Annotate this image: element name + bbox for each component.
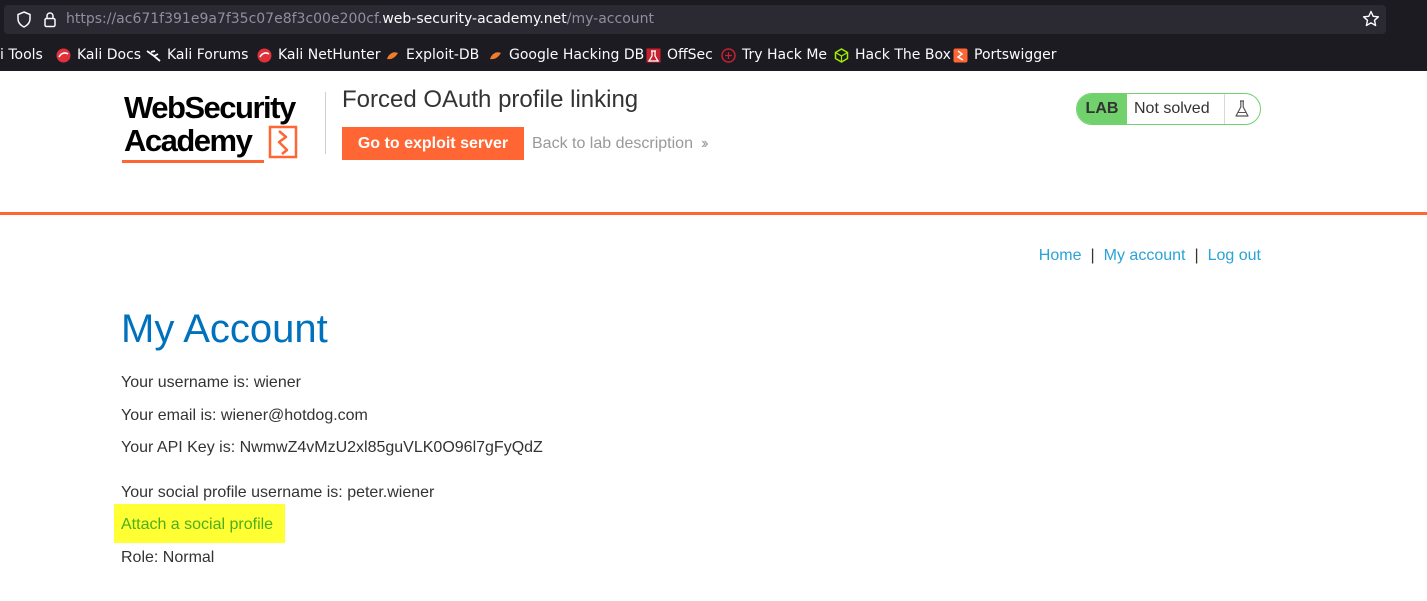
- tryhackme-icon: [721, 47, 736, 63]
- bookmark-star-icon[interactable]: [1362, 10, 1380, 28]
- bookmark-label: OffSec: [667, 47, 713, 63]
- bookmark-kali-nethunter[interactable]: Kali NetHunter: [257, 44, 380, 66]
- url-host: web-security-academy.net: [382, 11, 567, 27]
- bookmark-label: Hack The Box: [855, 47, 951, 63]
- nav-log-out-link[interactable]: Log out: [1208, 247, 1261, 264]
- nav-separator: |: [1090, 247, 1095, 264]
- nav-my-account-link[interactable]: My account: [1104, 247, 1186, 264]
- back-link-label: Back to lab description: [532, 135, 693, 152]
- lab-title: Forced OAuth profile linking: [342, 86, 639, 113]
- url-text[interactable]: https://ac671f391e9a7f35c07e8f3c00e200cf…: [66, 11, 654, 28]
- status-separator: [1224, 94, 1225, 124]
- nav-separator: |: [1194, 247, 1199, 264]
- bookmark-hack-the-box[interactable]: Hack The Box: [834, 44, 951, 66]
- bookmark-label: Kali Docs: [77, 47, 142, 63]
- header-orange-rule: [0, 212, 1427, 215]
- bookmark-offsec[interactable]: OffSec: [646, 44, 713, 66]
- lab-status-widget: LAB Not solved: [1076, 93, 1261, 125]
- bookmark-google-hacking-db[interactable]: Google Hacking DB: [488, 44, 644, 66]
- kali-icon: [56, 48, 71, 62]
- web-security-academy-logo[interactable]: WebSecurity Academy: [122, 90, 322, 164]
- bookmark-try-hack-me[interactable]: Try Hack Me: [721, 44, 827, 66]
- flask-icon: [1235, 100, 1249, 117]
- portswigger-mark-icon: [268, 125, 298, 159]
- api-key-line: Your API Key is: NwmwZ4vMzU2xl85guVLK0O9…: [121, 439, 543, 456]
- logo-text-line2: Academy: [124, 123, 253, 158]
- exploitdb-icon: [490, 51, 501, 59]
- bookmark-label: Kali Forums: [167, 47, 249, 63]
- bookmark-label: Try Hack Me: [742, 47, 828, 63]
- kali-dragon-icon: [146, 49, 161, 62]
- shield-icon[interactable]: [16, 11, 32, 28]
- kali-icon: [257, 48, 272, 62]
- page-title: My Account: [121, 307, 328, 351]
- username-line: Your username is: wiener: [121, 374, 301, 391]
- social-profile-line: Your social profile username is: peter.w…: [121, 484, 435, 501]
- portswigger-icon: [953, 48, 968, 62]
- header-divider: [325, 92, 326, 154]
- exploitdb-icon: [387, 51, 398, 59]
- role-line: Role: Normal: [121, 549, 215, 566]
- nav-home-link[interactable]: Home: [1039, 247, 1082, 264]
- bookmark-label: Google Hacking DB: [509, 47, 645, 63]
- offsec-icon: [646, 48, 661, 62]
- logo-underline: [122, 160, 264, 163]
- bookmark-kali-docs[interactable]: Kali Docs: [56, 44, 141, 66]
- lab-badge: LAB: [1077, 94, 1127, 124]
- url-prefix: https://ac671f391e9a7f35c07e8f3c00e200cf…: [66, 11, 383, 27]
- double-chevron-right-icon: ››: [700, 135, 708, 152]
- browser-chrome: https://ac671f391e9a7f35c07e8f3c00e200cf…: [0, 0, 1427, 71]
- bookmark-tools[interactable]: i Tools: [0, 44, 43, 66]
- attach-link-highlight: Attach a social profile: [114, 504, 285, 543]
- bookmark-kali-forums[interactable]: Kali Forums: [146, 44, 248, 66]
- bookmark-label: Kali NetHunter: [278, 47, 381, 63]
- go-to-exploit-server-button[interactable]: Go to exploit server: [342, 127, 524, 160]
- bookmark-portswigger[interactable]: Portswigger: [953, 44, 1057, 66]
- lock-icon[interactable]: [42, 11, 58, 28]
- back-to-lab-description-link[interactable]: Back to lab description ››: [532, 135, 708, 153]
- attach-social-profile-link[interactable]: Attach a social profile: [121, 516, 273, 534]
- bookmark-label: Portswigger: [974, 47, 1057, 63]
- lab-status-text: Not solved: [1134, 100, 1210, 117]
- hackthebox-icon: [834, 47, 849, 63]
- logo-text-line1: WebSecurity: [124, 90, 296, 125]
- bookmark-label: Exploit-DB: [406, 47, 480, 63]
- bookmark-label: i Tools: [0, 47, 43, 63]
- email-line: Your email is: wiener@hotdog.com: [121, 407, 368, 424]
- address-bar[interactable]: https://ac671f391e9a7f35c07e8f3c00e200cf…: [4, 5, 1386, 34]
- bookmark-exploit-db[interactable]: Exploit-DB: [385, 44, 479, 66]
- url-path: /my-account: [566, 11, 655, 27]
- top-navigation: Home | My account | Log out: [1039, 247, 1261, 265]
